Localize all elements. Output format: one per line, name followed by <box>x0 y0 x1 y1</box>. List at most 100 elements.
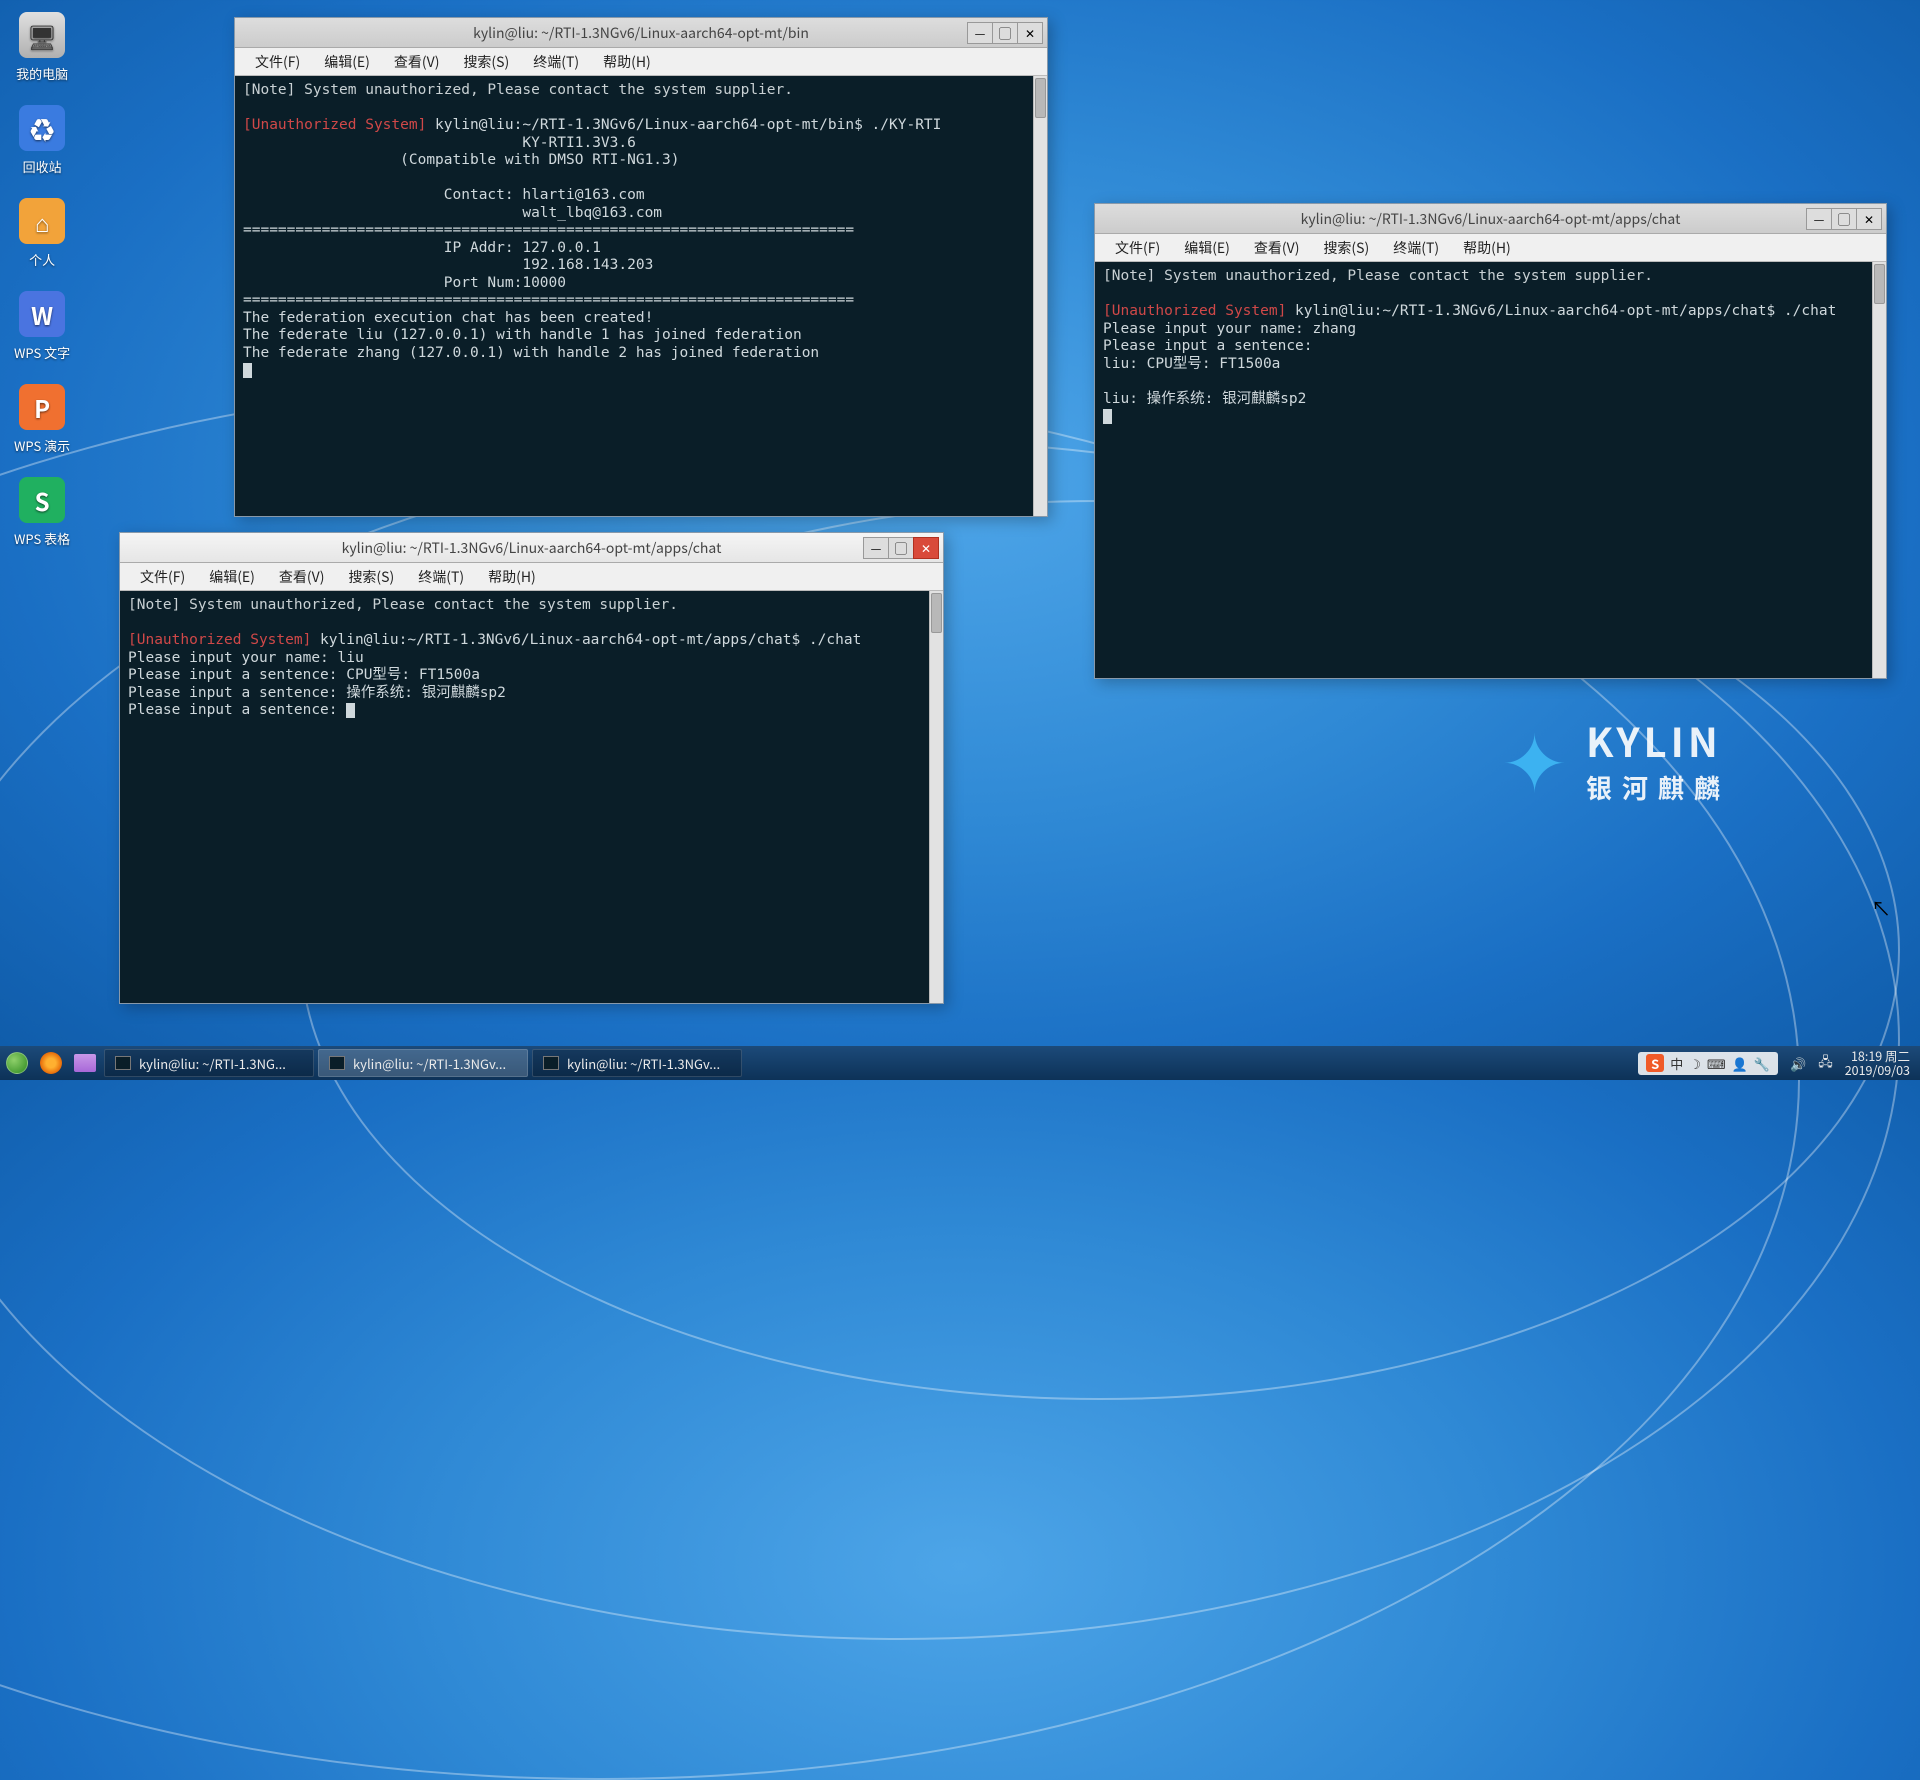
cursor-pointer-icon: ↖ <box>1871 893 1891 922</box>
menu-view[interactable]: 查看(V) <box>267 564 337 590</box>
terminal-output: KY-RTI1.3V3.6 (Compatible with DMSO RTI-… <box>243 135 854 361</box>
firefox-launcher[interactable] <box>34 1046 68 1080</box>
scrollbar[interactable] <box>1033 76 1047 516</box>
menu-file[interactable]: 文件(F) <box>243 49 312 75</box>
wps-presentation-icon: P <box>19 384 65 430</box>
terminal-icon <box>543 1056 559 1070</box>
desktop-icon-wps-presentation[interactable]: P WPS 演示 <box>14 384 70 455</box>
desktop-icon-computer[interactable]: 🖥 我的电脑 <box>16 12 68 83</box>
menu-search[interactable]: 搜索(S) <box>451 49 521 75</box>
moon-icon[interactable]: ☽ <box>1689 1054 1701 1073</box>
minimize-button[interactable]: — <box>863 537 889 559</box>
menu-edit[interactable]: 编辑(E) <box>197 564 267 590</box>
kylin-en: KYLIN <box>1586 711 1730 769</box>
icon-label: 回收站 <box>23 157 62 176</box>
file-manager-launcher[interactable] <box>68 1046 102 1080</box>
minimize-button[interactable]: — <box>1806 208 1832 230</box>
unauthorized-label: [Unauthorized System] <box>243 117 426 133</box>
task-label: kylin@liu: ~/RTI-1.3NGv... <box>567 1054 720 1073</box>
menu-edit[interactable]: 编辑(E) <box>1172 235 1242 261</box>
scrollbar[interactable] <box>929 591 943 1003</box>
close-button[interactable]: ✕ <box>913 537 939 559</box>
titlebar[interactable]: kylin@liu: ~/RTI-1.3NGv6/Linux-aarch64-o… <box>120 533 943 563</box>
desktop-icon-wps-spreadsheet[interactable]: SWPS 表格 <box>14 477 70 548</box>
close-button[interactable]: ✕ <box>1017 22 1043 44</box>
menu-help[interactable]: 帮助(H) <box>1451 235 1523 261</box>
terminal-output: Please input your name: liu Please input… <box>128 650 506 719</box>
window-title: kylin@liu: ~/RTI-1.3NGv6/Linux-aarch64-o… <box>1095 209 1886 229</box>
kylin-cn: 银河麒麟 <box>1586 769 1730 806</box>
menu-help[interactable]: 帮助(H) <box>591 49 663 75</box>
maximize-button[interactable]: ▢ <box>888 537 914 559</box>
prompt-text: kylin@liu:~/RTI-1.3NGv6/Linux-aarch64-op… <box>311 632 861 648</box>
terminal-icon <box>115 1056 131 1070</box>
kylin-mark-icon: ✦ <box>1501 700 1568 816</box>
taskbar-item-2[interactable]: kylin@liu: ~/RTI-1.3NGv... <box>318 1049 528 1077</box>
icon-label: WPS 演示 <box>14 436 70 455</box>
menu-terminal[interactable]: 终端(T) <box>1381 235 1451 261</box>
close-button[interactable]: ✕ <box>1856 208 1882 230</box>
desktop-icon-trash[interactable]: ♻回收站 <box>19 105 65 176</box>
terminal-body[interactable]: [Note] System unauthorized, Please conta… <box>120 591 943 1003</box>
menu-search[interactable]: 搜索(S) <box>336 564 406 590</box>
task-label: kylin@liu: ~/RTI-1.3NG... <box>139 1054 286 1073</box>
icon-label: 我的电脑 <box>16 64 68 83</box>
note-text: [Note] System unauthorized, Please conta… <box>243 82 793 98</box>
taskbar-item-3[interactable]: kylin@liu: ~/RTI-1.3NGv... <box>532 1049 742 1077</box>
menu-edit[interactable]: 编辑(E) <box>312 49 382 75</box>
sogou-ime-icon[interactable]: S <box>1646 1054 1664 1072</box>
task-label: kylin@liu: ~/RTI-1.3NGv... <box>353 1054 506 1073</box>
ime-indicator[interactable]: 中 <box>1670 1054 1683 1073</box>
unauthorized-label: [Unauthorized System] <box>128 632 311 648</box>
menu-search[interactable]: 搜索(S) <box>1311 235 1381 261</box>
clock-date: 2019/09/03 <box>1845 1063 1910 1077</box>
start-button[interactable] <box>0 1046 34 1080</box>
system-tray: S 中 ☽ ⌨ 👤 🔧 <box>1638 1052 1778 1075</box>
menu-help[interactable]: 帮助(H) <box>476 564 548 590</box>
scrollbar[interactable] <box>1872 262 1886 678</box>
volume-icon[interactable]: 🔊 <box>1790 1054 1806 1073</box>
firefox-icon <box>40 1052 62 1074</box>
terminal-window-chat-zhang[interactable]: kylin@liu: ~/RTI-1.3NGv6/Linux-aarch64-o… <box>1094 203 1887 679</box>
menu-file[interactable]: 文件(F) <box>128 564 197 590</box>
start-icon <box>6 1052 28 1074</box>
taskbar-item-1[interactable]: kylin@liu: ~/RTI-1.3NG... <box>104 1049 314 1077</box>
titlebar[interactable]: kylin@liu: ~/RTI-1.3NGv6/Linux-aarch64-o… <box>1095 204 1886 234</box>
note-text: [Note] System unauthorized, Please conta… <box>1103 268 1653 284</box>
unauthorized-label: [Unauthorized System] <box>1103 303 1286 319</box>
terminal-output: Please input your name: zhang Please inp… <box>1103 321 1356 407</box>
note-text: [Note] System unauthorized, Please conta… <box>128 597 678 613</box>
cursor-icon <box>243 363 252 378</box>
clock[interactable]: 18:19 周二 2019/09/03 <box>1845 1049 1910 1077</box>
person-icon[interactable]: 👤 <box>1732 1054 1748 1073</box>
terminal-body[interactable]: [Note] System unauthorized, Please conta… <box>1095 262 1886 678</box>
scroll-thumb[interactable] <box>1874 264 1885 304</box>
menubar: 文件(F) 编辑(E) 查看(V) 搜索(S) 终端(T) 帮助(H) <box>235 48 1047 76</box>
menu-file[interactable]: 文件(F) <box>1103 235 1172 261</box>
maximize-button[interactable]: ▢ <box>992 22 1018 44</box>
menubar: 文件(F) 编辑(E) 查看(V) 搜索(S) 终端(T) 帮助(H) <box>1095 234 1886 262</box>
icon-label: WPS 表格 <box>14 529 70 548</box>
network-icon[interactable]: 🖧 <box>1818 1051 1833 1075</box>
menu-view[interactable]: 查看(V) <box>1242 235 1312 261</box>
desktop-icon-wps-writer[interactable]: WWPS 文字 <box>14 291 70 362</box>
menu-view[interactable]: 查看(V) <box>382 49 452 75</box>
window-title: kylin@liu: ~/RTI-1.3NGv6/Linux-aarch64-o… <box>120 538 943 558</box>
computer-icon: 🖥 <box>19 12 65 58</box>
scroll-thumb[interactable] <box>931 593 942 633</box>
kylin-logo: ✦ KYLIN 银河麒麟 <box>1501 700 1730 816</box>
terminal-window-bin[interactable]: kylin@liu: ~/RTI-1.3NGv6/Linux-aarch64-o… <box>234 17 1048 517</box>
minimize-button[interactable]: — <box>967 22 993 44</box>
titlebar[interactable]: kylin@liu: ~/RTI-1.3NGv6/Linux-aarch64-o… <box>235 18 1047 48</box>
menu-terminal[interactable]: 终端(T) <box>406 564 476 590</box>
menubar: 文件(F) 编辑(E) 查看(V) 搜索(S) 终端(T) 帮助(H) <box>120 563 943 591</box>
maximize-button[interactable]: ▢ <box>1831 208 1857 230</box>
scroll-thumb[interactable] <box>1035 78 1046 118</box>
keyboard-icon[interactable]: ⌨ <box>1707 1054 1726 1073</box>
wrench-icon[interactable]: 🔧 <box>1754 1054 1770 1073</box>
cursor-icon <box>1103 409 1112 424</box>
terminal-window-chat-liu[interactable]: kylin@liu: ~/RTI-1.3NGv6/Linux-aarch64-o… <box>119 532 944 1004</box>
menu-terminal[interactable]: 终端(T) <box>521 49 591 75</box>
terminal-body[interactable]: [Note] System unauthorized, Please conta… <box>235 76 1047 516</box>
desktop-icon-home[interactable]: ⌂个人 <box>19 198 65 269</box>
